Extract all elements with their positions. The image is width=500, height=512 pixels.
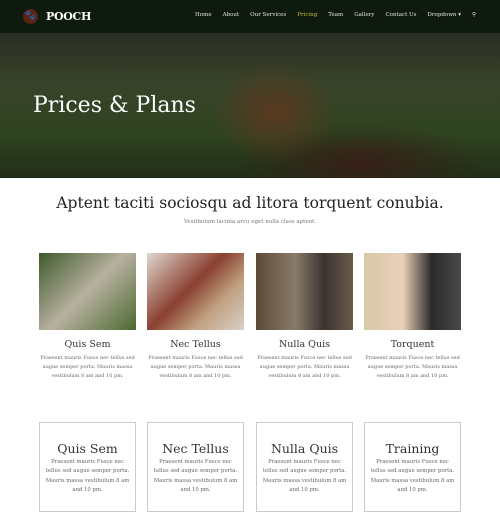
card-text: Praesent mauris Fusce nec tellus sed aug…	[257, 355, 352, 379]
page-title: Prices & Plans	[33, 93, 196, 118]
nav-team[interactable]: Team	[328, 12, 343, 18]
card-image	[256, 253, 353, 330]
section-title: Aptent taciti sociosqu ad litora torquen…	[56, 194, 444, 212]
plan-box: Quis Sem Praesent mauris Fusce nec tellu…	[39, 422, 136, 512]
plan-text: Praesent mauris Fusce nec tellus sed aug…	[45, 459, 130, 493]
service-card: Quis Sem Praesent mauris Fusce nec tellu…	[39, 253, 136, 381]
plan-title: Nulla Quis	[270, 441, 339, 456]
nav-gallery[interactable]: Gallery	[354, 12, 374, 18]
card-image	[364, 253, 461, 330]
nav-about[interactable]: About	[223, 12, 240, 18]
nav-services[interactable]: Our Services	[250, 12, 286, 18]
hero-banner: Prices & Plans	[0, 33, 500, 178]
plan-title: Training	[385, 441, 440, 456]
card-image	[147, 253, 244, 330]
card-text: Praesent mauris Fusce nec tellus sed aug…	[148, 355, 243, 379]
card-title: Nulla Quis	[278, 339, 330, 350]
navbar: 🐾 POOCH Home About Our Services Pricing …	[0, 0, 500, 33]
service-card: Torquent Praesent mauris Fusce nec tellu…	[364, 253, 461, 381]
plan-text: Praesent mauris Fusce nec tellus sed aug…	[262, 459, 347, 493]
nav-home[interactable]: Home	[195, 12, 212, 18]
nav-pricing[interactable]: Pricing	[297, 12, 317, 18]
plan-text: Praesent mauris Fusce nec tellus sed aug…	[153, 459, 238, 493]
nav-contact[interactable]: Contact Us	[385, 12, 416, 18]
card-title: Torquent	[390, 339, 435, 350]
plan-title: Quis Sem	[57, 441, 118, 456]
section-subtitle: Vestibulum lacinia arcu eget nulla class…	[183, 219, 317, 225]
nav-dropdown[interactable]: Dropdown ▾	[428, 12, 461, 18]
card-title: Nec Tellus	[170, 339, 221, 350]
brand-name[interactable]: POOCH	[46, 10, 91, 23]
plan-title: Nec Tellus	[162, 441, 229, 456]
service-card: Nec Tellus Praesent mauris Fusce nec tel…	[147, 253, 244, 381]
card-image	[39, 253, 136, 330]
paw-icon[interactable]: 🐾	[23, 9, 38, 24]
plan-box: Nulla Quis Praesent mauris Fusce nec tel…	[256, 422, 353, 512]
nav-menu: Home About Our Services Pricing Team Gal…	[195, 12, 476, 18]
card-text: Praesent mauris Fusce nec tellus sed aug…	[365, 355, 460, 379]
plan-box: Training Praesent mauris Fusce nec tellu…	[364, 422, 461, 512]
plan-box: Nec Tellus Praesent mauris Fusce nec tel…	[147, 422, 244, 512]
search-icon[interactable]: ⚲	[472, 12, 476, 18]
card-text: Praesent mauris Fusce nec tellus sed aug…	[40, 355, 135, 379]
card-title: Quis Sem	[64, 339, 111, 350]
service-card: Nulla Quis Praesent mauris Fusce nec tel…	[256, 253, 353, 381]
plan-text: Praesent mauris Fusce nec tellus sed aug…	[370, 459, 455, 493]
